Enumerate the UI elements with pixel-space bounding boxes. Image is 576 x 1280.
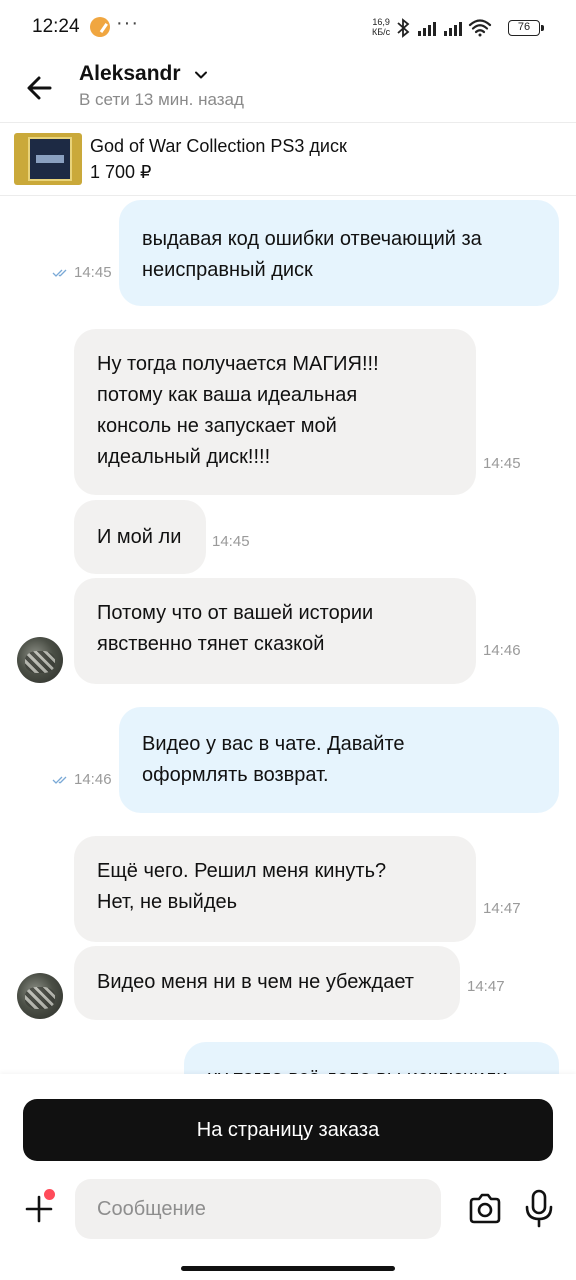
wifi-icon [468, 19, 492, 37]
notification-icon [90, 17, 110, 37]
message-bubble-incoming: Ну тогда получается МАГИЯ!!! потому как … [74, 329, 476, 495]
product-price: 1 700 ₽ [90, 162, 152, 182]
microphone-icon[interactable] [522, 1188, 556, 1228]
double-check-icon [52, 269, 67, 277]
status-time: 12:24 [32, 16, 80, 37]
message-time: 14:45 [483, 455, 521, 472]
message-text: потому как ваша идеальная [97, 384, 358, 406]
network-speed-value: 16,9 [372, 17, 390, 27]
connectivity-icons [397, 18, 492, 38]
message-text: неисправный диск [142, 259, 313, 281]
network-speed-unit: КБ/с [372, 27, 391, 37]
bottom-panel: На страницу заказа [0, 1074, 576, 1280]
message-text: выдавая код ошибки отвечающий за [142, 228, 482, 250]
message-bubble-outgoing: Видео у вас в чате. Давайте оформлять во… [119, 707, 559, 813]
message-bubble-incoming: Видео меня ни в чем не убеждает [74, 946, 460, 1020]
message-time: 14:46 [483, 642, 521, 659]
message-text: Ну тогда получается МАГИЯ!!! [97, 353, 379, 375]
battery-icon: 76 [508, 20, 544, 36]
message-text: явственно тянет сказкой [97, 633, 325, 655]
double-check-icon [52, 776, 67, 784]
product-thumbnail [14, 133, 82, 185]
network-speed: 16,9 КБ/с [372, 17, 390, 37]
message-text: Потому что от вашей истории [97, 602, 374, 624]
message-text: Нет, не выйдеь [97, 891, 238, 913]
chat-header: Aleksandr В сети 13 мин. назад [0, 56, 576, 122]
camera-icon[interactable] [466, 1190, 504, 1228]
message-text: консоль не запускает мой [97, 415, 337, 437]
message-time: 14:47 [483, 900, 521, 917]
status-bar: 12:24 ··· 16,9 КБ/с 76 [0, 0, 576, 56]
message-time: 14:46 [74, 771, 112, 788]
contact-name[interactable]: Aleksandr [79, 62, 181, 86]
bluetooth-icon [397, 18, 410, 38]
message-text: ну тогда всё дело вы исключили [207, 1063, 508, 1074]
arrow-left-icon[interactable] [22, 70, 58, 106]
message-bubble-outgoing: ну тогда всё дело вы исключили [184, 1042, 559, 1074]
avatar[interactable] [17, 973, 63, 1019]
message-text: оформлять возврат. [142, 764, 329, 786]
chevron-down-icon[interactable] [194, 68, 208, 82]
home-indicator[interactable] [181, 1266, 395, 1271]
signal-icon [418, 22, 462, 36]
more-notifications-icon: ··· [116, 12, 139, 34]
product-card[interactable]: God of War Collection PS3 диск 1 700 ₽ [0, 122, 576, 196]
message-text: Видео меня ни в чем не убеждает [97, 971, 414, 993]
product-title: God of War Collection PS3 диск [90, 136, 347, 156]
contact-status: В сети 13 мин. назад [79, 90, 244, 109]
message-time: 14:45 [74, 264, 112, 281]
message-bubble-incoming: И мой ли [74, 500, 206, 574]
notification-dot [44, 1189, 55, 1200]
chat-messages[interactable]: выдавая код ошибки отвечающий за неиспра… [0, 196, 576, 1074]
message-text: И мой ли [97, 526, 182, 548]
message-input[interactable] [75, 1179, 441, 1239]
message-bubble-outgoing: выдавая код ошибки отвечающий за неиспра… [119, 200, 559, 306]
message-time: 14:47 [467, 978, 505, 995]
message-time: 14:45 [212, 533, 250, 550]
message-bubble-incoming: Ещё чего. Решил меня кинуть? Нет, не вый… [74, 836, 476, 942]
message-bubble-incoming: Потому что от вашей истории явственно тя… [74, 578, 476, 684]
order-page-button[interactable]: На страницу заказа [23, 1099, 553, 1161]
avatar[interactable] [17, 637, 63, 683]
message-text: Ещё чего. Решил меня кинуть? [97, 860, 387, 882]
message-text: идеальный диск!!!! [97, 446, 271, 468]
message-text: Видео у вас в чате. Давайте [142, 733, 405, 755]
